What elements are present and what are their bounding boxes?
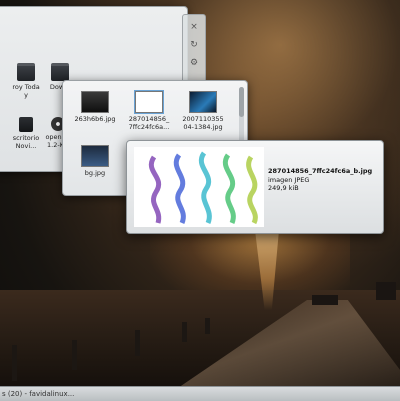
taskbar[interactable]: s (20) - favidalinux... <box>0 386 400 401</box>
image-thumbnail <box>189 91 217 113</box>
folder-icon <box>51 63 69 81</box>
smoke-image <box>149 151 258 225</box>
image-file-item[interactable]: 2007110355 04-1384.jpg <box>173 91 233 131</box>
settings-icon[interactable]: ⚙ <box>188 57 200 69</box>
image-thumbnail <box>134 90 164 114</box>
image-thumbnail <box>81 91 109 113</box>
image-file-label: 263h6b6.jpg <box>74 115 116 123</box>
wallpaper-house <box>376 282 396 300</box>
image-file-item-selected[interactable]: 287014856_ 7ffc24fc6a... <box>119 90 179 131</box>
image-preview <box>134 147 264 227</box>
image-file-item[interactable]: 263h6b6.jpg <box>65 91 125 123</box>
taskbar-task[interactable]: s (20) - favidalinux... <box>0 389 74 399</box>
wallpaper-fence-post <box>182 322 187 342</box>
restore-icon[interactable]: ↻ <box>188 39 200 51</box>
wallpaper-house <box>312 295 338 305</box>
scrollbar-knob[interactable] <box>239 87 244 117</box>
file-tooltip: 287014856_7ffc24fc6a_b.jpg imagen JPEG 2… <box>126 140 384 234</box>
tooltip-info: 287014856_7ffc24fc6a_b.jpg imagen JPEG 2… <box>268 167 380 193</box>
image-file-item[interactable]: bg.jpg <box>65 145 125 177</box>
document-icon <box>19 117 33 132</box>
folder-icon <box>17 63 35 81</box>
tooltip-filename: 287014856_7ffc24fc6a_b.jpg <box>268 167 373 175</box>
image-file-label: 287014856_ 7ffc24fc6a... <box>128 115 170 131</box>
tooltip-type: imagen JPEG <box>268 175 310 184</box>
tooltip-size: 249,9 kiB <box>268 184 299 192</box>
image-file-label: 2007110355 04-1384.jpg <box>182 115 224 131</box>
wallpaper-fence-post <box>12 345 17 381</box>
image-thumbnail <box>81 145 109 167</box>
wallpaper-fence-post <box>205 318 210 334</box>
close-icon[interactable]: × <box>188 21 200 33</box>
image-file-label: bg.jpg <box>84 169 106 177</box>
wallpaper-fence-post <box>135 330 140 356</box>
wallpaper-fence-post <box>72 340 77 370</box>
